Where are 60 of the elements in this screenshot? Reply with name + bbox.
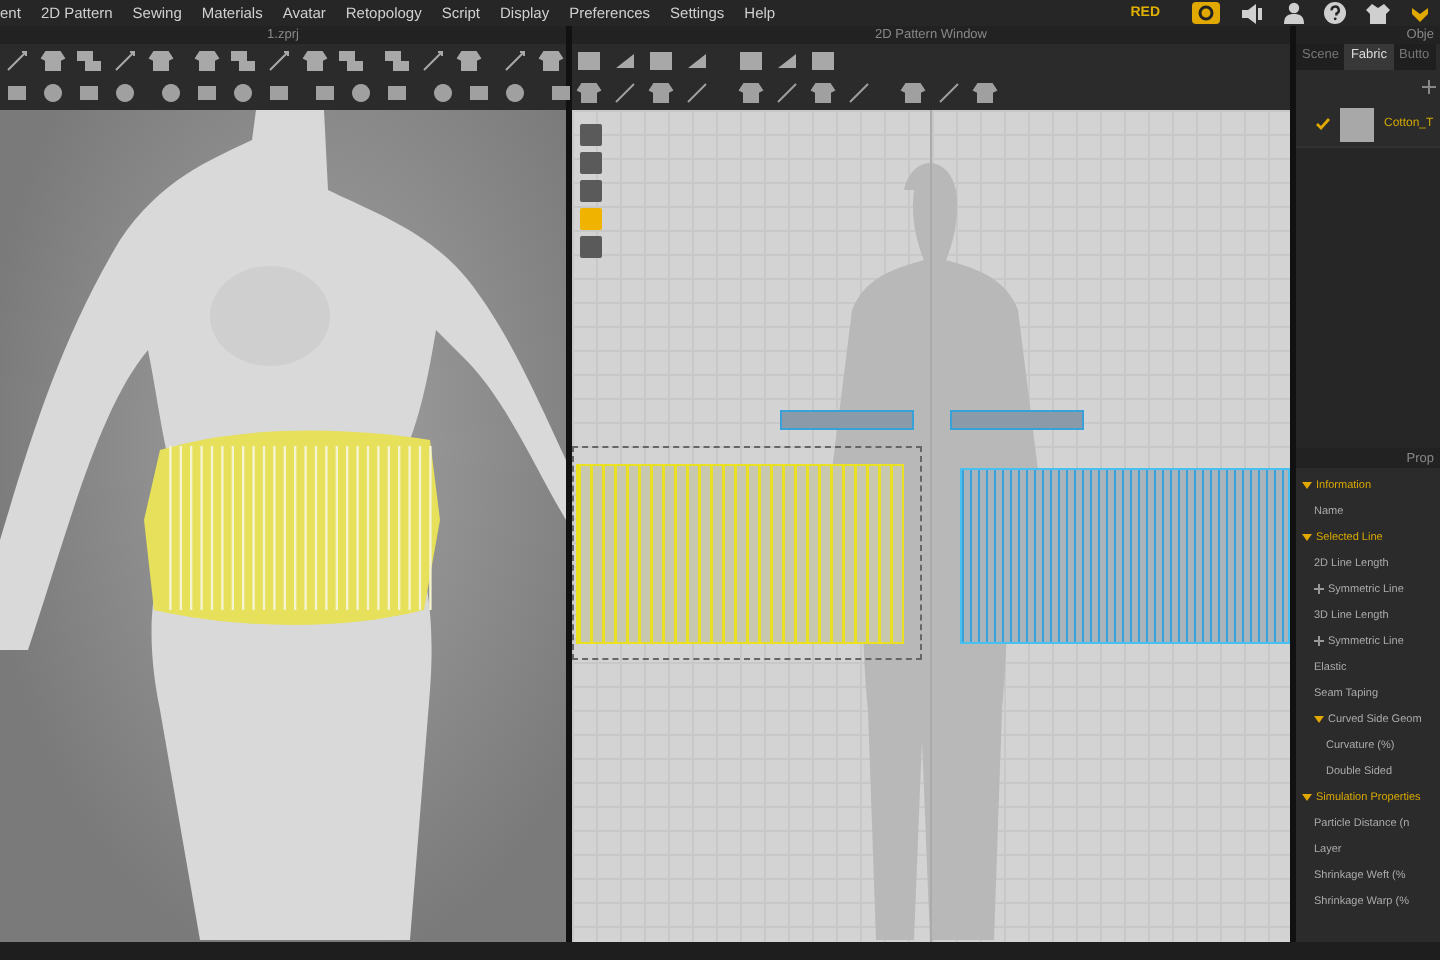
toolbar-icon[interactable] (266, 49, 292, 72)
toolbar-icon[interactable] (348, 82, 374, 105)
toolbar-icon[interactable] (4, 82, 30, 105)
toolbar-icon[interactable] (576, 82, 602, 105)
toolbar-icon[interactable] (40, 49, 66, 72)
toolbar-icon[interactable] (612, 82, 638, 105)
toolbar-icon[interactable] (810, 82, 836, 105)
toolbar-icon[interactable] (936, 82, 962, 105)
toolbar-icon[interactable] (112, 49, 138, 72)
toolbar-icon[interactable] (738, 82, 764, 105)
toolbar-icon[interactable] (502, 82, 528, 105)
toolbar-icon[interactable] (194, 82, 220, 105)
expander-icon[interactable] (1314, 584, 1324, 594)
toolbar-icon[interactable] (684, 49, 710, 72)
add-icon[interactable] (1422, 79, 1436, 93)
toolbar-icon[interactable] (774, 82, 800, 105)
toolbar-icon[interactable] (4, 49, 30, 72)
expander-icon[interactable] (1314, 714, 1324, 724)
toolbar-icon[interactable] (684, 82, 710, 105)
toolbar-icon[interactable] (846, 82, 872, 105)
toolbar-icon[interactable] (266, 82, 292, 105)
toolbar-icon[interactable] (384, 49, 410, 72)
toolbar-icon[interactable] (40, 82, 66, 105)
toolbar-icon[interactable] (576, 49, 602, 72)
toolbar-icon[interactable] (76, 49, 102, 72)
expander-icon[interactable] (1302, 532, 1312, 542)
expander-icon[interactable] (1314, 636, 1324, 646)
toolbar-icon[interactable] (112, 82, 138, 105)
toolbar-icon[interactable] (338, 49, 364, 72)
toolbar-icon[interactable] (456, 49, 482, 72)
toolbar-icon[interactable] (648, 82, 674, 105)
toolbar-icon[interactable] (148, 49, 174, 72)
toolbar-icon[interactable] (420, 49, 446, 72)
toolbar-icon[interactable] (738, 49, 764, 72)
toolbar-icon[interactable] (158, 82, 184, 105)
help-icon[interactable] (1324, 2, 1346, 24)
toolbar-icon[interactable] (612, 49, 638, 72)
toolbar-icon[interactable] (648, 49, 674, 72)
expander-icon[interactable] (1302, 792, 1312, 802)
toolbar-icon[interactable] (548, 82, 574, 105)
toolbar-icon[interactable] (466, 82, 492, 105)
fabric-swatch (1340, 107, 1374, 141)
toolbar-icon[interactable] (194, 49, 220, 72)
toolbar-icon[interactable] (900, 82, 926, 105)
toolbar-icon[interactable] (76, 82, 102, 105)
toolbar-icon[interactable] (302, 49, 328, 72)
speaker-icon[interactable] (1240, 3, 1264, 23)
check-icon[interactable] (1316, 118, 1330, 130)
person-icon[interactable] (1284, 2, 1304, 24)
shirt-icon[interactable] (1366, 3, 1390, 23)
expander-icon[interactable] (1302, 480, 1312, 490)
toolbar-icon[interactable] (230, 82, 256, 105)
toolbar-icon[interactable] (538, 49, 564, 72)
toolbar-icon[interactable] (972, 82, 998, 105)
toolbar-icon[interactable] (502, 49, 528, 72)
toolbar-icon[interactable] (312, 82, 338, 105)
toolbar-icon[interactable] (774, 49, 800, 72)
toolbar-icon[interactable] (430, 82, 456, 105)
toolbar-icon[interactable] (384, 82, 410, 105)
toolbar-icon[interactable] (230, 49, 256, 72)
